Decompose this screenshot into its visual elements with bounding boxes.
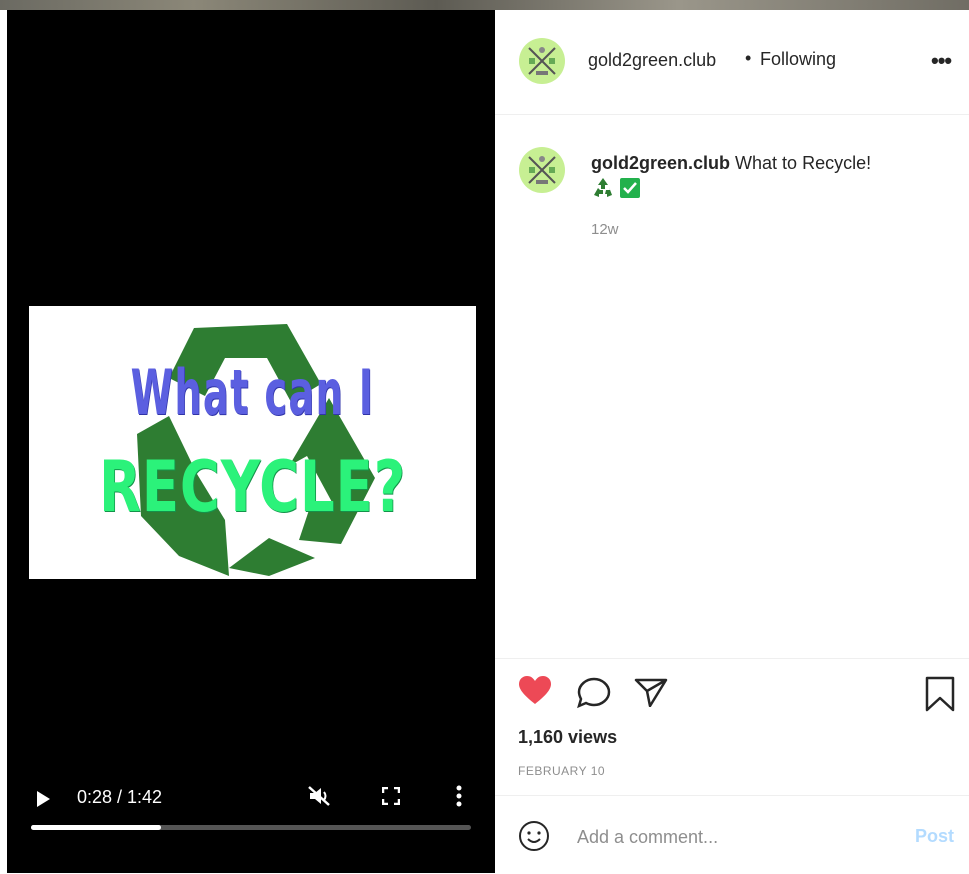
recycle-icon <box>594 178 612 197</box>
post-button[interactable]: Post <box>915 826 954 847</box>
heart-icon[interactable] <box>518 675 552 705</box>
more-options-icon[interactable]: ••• <box>931 48 952 74</box>
fullscreen-icon[interactable] <box>382 787 400 805</box>
comment-bar: Post <box>495 795 969 874</box>
progress-fill <box>31 825 161 830</box>
background-strip <box>0 0 969 10</box>
thumbnail-title-line2: RECYCLE? <box>98 446 407 528</box>
avatar[interactable] <box>519 38 565 84</box>
caption-text: gold2green.club What to Recycle! <box>591 150 951 176</box>
check-icon <box>620 178 641 198</box>
club-logo-icon <box>528 47 556 75</box>
muted-speaker-icon[interactable] <box>307 785 333 807</box>
header-separator: • <box>745 48 752 68</box>
view-count[interactable]: 1,160 views <box>518 727 617 748</box>
video-frame: What can I RECYCLE? <box>29 306 476 579</box>
header-username[interactable]: gold2green.club <box>588 50 716 71</box>
thumbnail-title-line1: What can I <box>130 356 375 429</box>
video-controls: 0:28 / 1:42 <box>7 773 495 873</box>
caption-avatar[interactable] <box>519 147 565 193</box>
post-date: FEBRUARY 10 <box>518 764 606 778</box>
share-icon[interactable] <box>634 677 668 707</box>
video-player[interactable]: What can I RECYCLE? 0:28 / 1:42 <box>7 10 495 873</box>
caption-username[interactable]: gold2green.club <box>591 153 730 173</box>
club-logo-icon <box>528 156 556 184</box>
comment-input[interactable] <box>575 820 889 854</box>
more-vertical-icon[interactable] <box>456 785 462 807</box>
bookmark-icon[interactable] <box>924 676 956 712</box>
recycle-symbol-graphic <box>137 324 375 576</box>
action-bar: 1,160 views FEBRUARY 10 <box>495 658 969 799</box>
emoji-smiley-icon[interactable] <box>518 820 550 852</box>
play-icon[interactable] <box>37 791 50 807</box>
post-time-ago[interactable]: 12w <box>591 221 619 238</box>
progress-bar[interactable] <box>31 825 471 830</box>
caption-emojis <box>591 176 641 200</box>
following-button[interactable]: Following <box>760 49 836 70</box>
post-panel: gold2green.club • Following ••• gold2gre… <box>495 10 969 873</box>
post-header: gold2green.club • Following ••• <box>495 10 969 115</box>
comment-icon[interactable] <box>577 677 611 709</box>
caption-message: What to Recycle! <box>735 153 872 173</box>
video-time: 0:28 / 1:42 <box>77 787 163 807</box>
